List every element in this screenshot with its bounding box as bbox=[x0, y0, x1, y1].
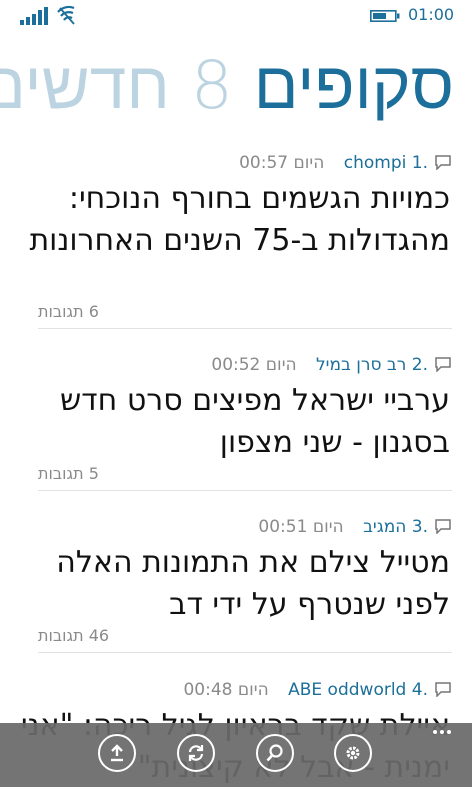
comment-bubble-icon bbox=[435, 357, 451, 372]
item-divider bbox=[38, 490, 452, 491]
item-meta: .1 chompi היום 00:57 bbox=[239, 150, 452, 176]
signal-icon bbox=[20, 7, 48, 25]
item-comments-count[interactable]: 5 תגובות bbox=[38, 464, 99, 483]
item-comments-count[interactable]: 6 תגובות bbox=[38, 302, 99, 321]
item-title[interactable]: מטייל צילם את התמונות האלה לפני שנטרף על… bbox=[20, 542, 450, 626]
item-author[interactable]: ABE oddworld bbox=[288, 680, 406, 700]
pivot-item-scoops[interactable]: סקופים bbox=[254, 47, 454, 124]
item-author[interactable]: chompi bbox=[344, 153, 407, 173]
more-icon[interactable] bbox=[432, 729, 452, 735]
item-comments-count[interactable]: 46 תגובות bbox=[38, 626, 109, 645]
comment-bubble-icon bbox=[435, 682, 451, 697]
item-number: .2 bbox=[411, 355, 428, 375]
item-title[interactable]: כמויות הגשמים בחורף הנוכחי: מהגדולות ב-7… bbox=[20, 178, 450, 262]
app-bar bbox=[0, 723, 472, 787]
comment-bubble-icon bbox=[435, 519, 451, 534]
item-divider bbox=[38, 328, 452, 329]
item-meta: .2 רב סרן במיל היום 00:52 bbox=[211, 352, 452, 378]
item-time: 00:57 bbox=[239, 153, 289, 173]
item-author[interactable]: רב סרן במיל bbox=[316, 355, 406, 375]
item-title[interactable]: ערביי ישראל מפיצים סרט חדש בסגנון - שני … bbox=[20, 380, 450, 464]
upload-icon bbox=[111, 744, 123, 762]
item-number: .4 bbox=[411, 680, 428, 700]
item-time: 00:48 bbox=[183, 680, 233, 700]
item-number: .1 bbox=[411, 153, 428, 173]
item-day: היום bbox=[265, 355, 297, 375]
settings-icon bbox=[346, 746, 360, 760]
search-icon bbox=[266, 744, 283, 762]
item-day: היום bbox=[237, 680, 269, 700]
wifi-icon bbox=[57, 5, 75, 25]
battery-icon bbox=[370, 10, 400, 22]
search-button[interactable] bbox=[256, 734, 294, 772]
item-meta: .4 ABE oddworld היום 00:48 bbox=[183, 677, 452, 703]
item-time: 00:52 bbox=[211, 355, 261, 375]
comment-bubble-icon bbox=[435, 155, 451, 170]
item-meta: .3 המגיב היום 00:51 bbox=[258, 514, 452, 540]
item-day: היום bbox=[293, 153, 325, 173]
status-bar: 01:00 bbox=[0, 0, 472, 32]
item-time: 00:51 bbox=[258, 517, 308, 537]
item-author[interactable]: המגיב bbox=[363, 517, 406, 537]
item-day: היום bbox=[312, 517, 344, 537]
upload-button[interactable] bbox=[98, 734, 136, 772]
status-time: 01:00 bbox=[408, 5, 455, 24]
item-divider bbox=[38, 652, 452, 653]
item-number: .3 bbox=[411, 517, 428, 537]
refresh-button[interactable] bbox=[177, 734, 215, 772]
pivot-item-new[interactable]: 8 חדשים bbox=[0, 47, 233, 124]
pivot-header: סקופים 8 חדשים bbox=[0, 46, 454, 126]
refresh-icon bbox=[188, 745, 204, 761]
settings-button[interactable] bbox=[334, 734, 372, 772]
